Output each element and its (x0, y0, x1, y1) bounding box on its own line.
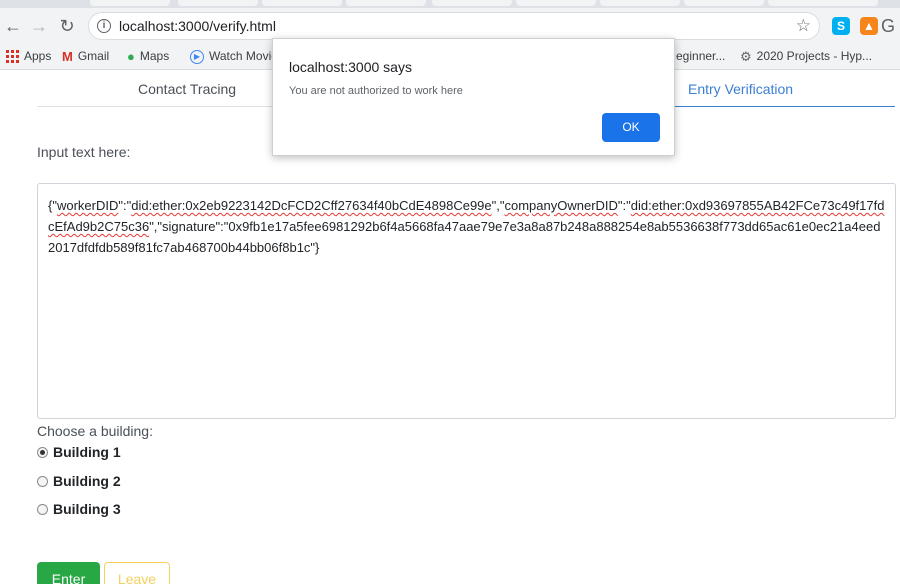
bookmark-label: eginner... (676, 49, 726, 63)
apps-grid-icon (6, 50, 19, 64)
metamask-fox-icon[interactable]: ▲ (860, 17, 878, 35)
browser-tab[interactable] (516, 0, 596, 6)
active-tab-indicator (675, 106, 895, 107)
text-segment-signature: ","signature":"0x9fb1e17a5fee6981292b6f4… (48, 219, 881, 255)
play-icon: ▶ (190, 49, 204, 64)
radio-label: Building 1 (53, 444, 121, 460)
skype-icon[interactable]: S (832, 17, 850, 35)
radio-circle[interactable] (37, 504, 48, 515)
radio-circle-checked[interactable] (37, 447, 48, 458)
radio-label: Building 3 (53, 501, 121, 517)
bookmark-2020-projects[interactable]: ⚙ 2020 Projects - Hyp... (740, 49, 872, 65)
browser-tab[interactable] (346, 0, 426, 6)
bookmark-beginner[interactable]: eginner... (676, 49, 725, 63)
input-label: Input text here: (37, 144, 131, 160)
text-segment: ":" (118, 198, 132, 213)
browser-window: ← → ↻ i localhost:3000/verify.html ☆ S ▲… (0, 0, 900, 584)
extension-icon[interactable]: G (880, 15, 896, 37)
leave-button[interactable]: Leave (104, 562, 170, 584)
radio-building-3[interactable]: Building 3 (37, 501, 237, 521)
dialog-title: localhost:3000 says (289, 59, 412, 75)
ok-button[interactable]: OK (602, 113, 660, 142)
bookmark-maps[interactable]: ● Maps (127, 49, 169, 64)
bookmark-label: 2020 Projects - Hyp... (756, 49, 873, 64)
radio-label: Building 2 (53, 473, 121, 489)
address-bar[interactable]: i localhost:3000/verify.html ☆ (88, 12, 820, 40)
reload-icon[interactable]: ↻ (56, 15, 78, 37)
browser-tab[interactable] (684, 0, 764, 6)
text-segment-owner-key: companyOwnerDID (504, 198, 618, 213)
maps-pin-icon: ● (127, 49, 135, 65)
gear-icon: ⚙ (740, 49, 752, 64)
tab-contact-tracing[interactable]: Contact Tracing (138, 81, 236, 97)
browser-tab[interactable] (432, 0, 512, 6)
browser-tab[interactable] (90, 0, 170, 6)
bookmark-watch-movie[interactable]: ▶ Watch Movie (190, 49, 278, 64)
radio-building-1[interactable]: Building 1 (37, 444, 237, 464)
bookmark-apps[interactable]: Apps (6, 49, 52, 64)
gmail-icon: M (62, 49, 73, 65)
tab-entry-verification[interactable]: Entry Verification (688, 81, 793, 97)
bookmark-gmail[interactable]: M Gmail (62, 49, 109, 64)
url-text[interactable]: localhost:3000/verify.html (119, 18, 276, 34)
bookmark-label: Watch Movie (209, 49, 278, 63)
radio-building-2[interactable]: Building 2 (37, 473, 237, 493)
text-segment-worker-did: did:ether:0x2eb9223142DcFCD2Cff27634f40b… (131, 198, 492, 213)
tab-strip (0, 0, 900, 8)
browser-tab[interactable] (768, 0, 878, 6)
star-icon[interactable]: ☆ (796, 16, 811, 36)
text-segment: "," (491, 198, 505, 213)
dialog-message: You are not authorized to work here (289, 85, 463, 97)
text-segment: ":" (617, 198, 631, 213)
text-segment-worker-key: workerDID (56, 198, 119, 213)
browser-tab[interactable] (178, 0, 258, 6)
bookmark-label: Apps (24, 49, 52, 63)
back-arrow-icon[interactable]: ← (2, 15, 24, 37)
radio-circle[interactable] (37, 476, 48, 487)
bookmark-label: Maps (139, 49, 170, 63)
browser-tab[interactable] (262, 0, 342, 6)
bookmark-label: Gmail (77, 49, 110, 63)
forward-arrow-icon[interactable]: → (28, 15, 50, 37)
browser-tab[interactable] (600, 0, 680, 6)
alert-dialog: localhost:3000 says You are not authoriz… (272, 38, 675, 156)
enter-button[interactable]: Enter (37, 562, 100, 584)
text-segment: {" (48, 198, 57, 213)
building-label: Choose a building: (37, 423, 153, 439)
input-textarea[interactable]: {"workerDID":"did:ether:0x2eb9223142DcFC… (37, 183, 896, 419)
info-icon[interactable]: i (97, 19, 111, 33)
